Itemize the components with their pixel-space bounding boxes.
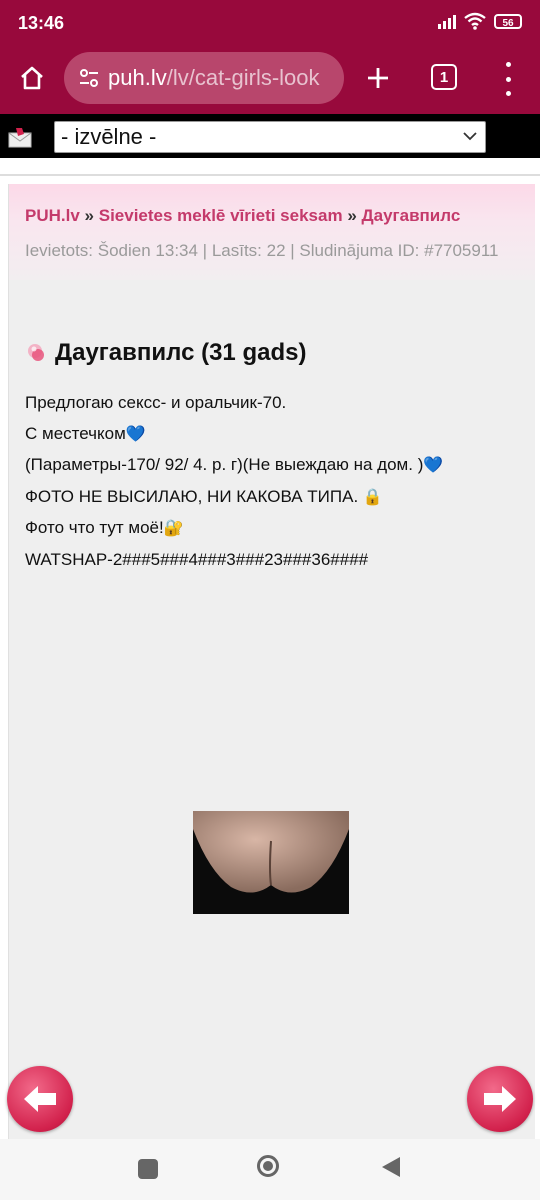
new-tab-button[interactable] — [360, 60, 396, 96]
ad-line: ФОТО НЕ ВЫСИЛАЮ, НИ КАКОВА ТИПА. 🔒 — [25, 486, 383, 506]
next-ad-button[interactable] — [467, 1066, 533, 1132]
system-back-button[interactable] — [382, 1157, 400, 1177]
recents-button[interactable] — [138, 1159, 158, 1179]
status-time: 13:46 — [18, 13, 65, 33]
status-icons: 56 — [438, 12, 522, 30]
envelope-icon[interactable] — [8, 126, 32, 148]
ad-card: PUH.lv » Sievietes meklē vīrieti seksam … — [8, 184, 535, 1139]
menu-select[interactable]: - izvēlne - — [54, 121, 486, 153]
wifi-icon — [464, 12, 486, 30]
url-path: /lv/cat-girls-look — [166, 65, 320, 90]
ad-line: С местечком💙 — [25, 423, 146, 443]
address-bar[interactable]: puh.lv/lv/cat-girls-look — [64, 52, 344, 104]
ad-meta: Ievietots: Šodien 13:34 | Lasīts: 22 | S… — [25, 241, 499, 260]
pin-icon — [28, 344, 44, 361]
more-vert-icon[interactable] — [496, 62, 520, 96]
home-button[interactable] — [12, 58, 52, 98]
signal-icon — [438, 13, 456, 29]
breadcrumb-category-link[interactable]: Sievietes meklē vīrieti seksam — [99, 206, 343, 225]
tune-icon[interactable] — [78, 67, 100, 89]
chevron-down-icon — [463, 132, 477, 141]
previous-ad-button[interactable] — [7, 1066, 73, 1132]
breadcrumb-city-link[interactable]: Даугавпилс — [362, 206, 461, 225]
tab-switcher-button[interactable]: 1 — [431, 64, 457, 90]
arrow-right-icon — [484, 1086, 516, 1112]
ad-photo[interactable] — [193, 811, 349, 914]
status-bar: 13:46 56 — [0, 0, 540, 46]
breadcrumb-home-link[interactable]: PUH.lv — [25, 206, 80, 225]
lock-key-icon: 🔐 — [163, 520, 184, 537]
ad-title-row: Даугавпилс (31 gads) — [25, 339, 306, 367]
ad-header — [9, 184, 535, 280]
ad-line: WATSHAP-2###5###4###3###23###36#### — [25, 549, 369, 569]
battery-icon: 56 — [494, 13, 522, 29]
menu-select-value: - izvēlne - — [61, 124, 157, 149]
system-home-button[interactable] — [257, 1155, 279, 1177]
arrow-left-icon — [24, 1086, 56, 1112]
ad-line: Фото что тут моё!🔐 — [25, 518, 184, 537]
ad-line: (Параметры-170/ 92/ 4. р. г)(Не выеждаю … — [25, 455, 444, 474]
browser-toolbar: puh.lv/lv/cat-girls-look 1 — [0, 46, 540, 114]
url-host: puh.lv — [108, 65, 167, 90]
site-nav-bar: - izvēlne - — [0, 114, 540, 158]
blue-heart-icon: 💙 — [125, 425, 146, 443]
url-text: puh.lv/lv/cat-girls-look — [108, 65, 320, 91]
breadcrumb-separator: » — [347, 206, 357, 225]
breadcrumb: PUH.lv » Sievietes meklē vīrieti seksam … — [25, 206, 460, 226]
ad-title: Даугавпилс (31 gads) — [55, 339, 307, 366]
breadcrumb-separator: » — [84, 206, 94, 225]
photo-image — [193, 811, 349, 914]
system-nav-bar — [0, 1139, 540, 1200]
blue-heart-icon: 💙 — [423, 457, 444, 474]
plus-icon — [368, 68, 388, 88]
divider — [0, 174, 540, 176]
lock-icon: 🔒 — [362, 488, 383, 506]
ad-description: Предлогаю сексс- и оральчик-70. С местеч… — [25, 388, 525, 575]
ad-line: Предлогаю сексс- и оральчик-70. — [25, 393, 287, 412]
home-icon — [21, 66, 43, 90]
